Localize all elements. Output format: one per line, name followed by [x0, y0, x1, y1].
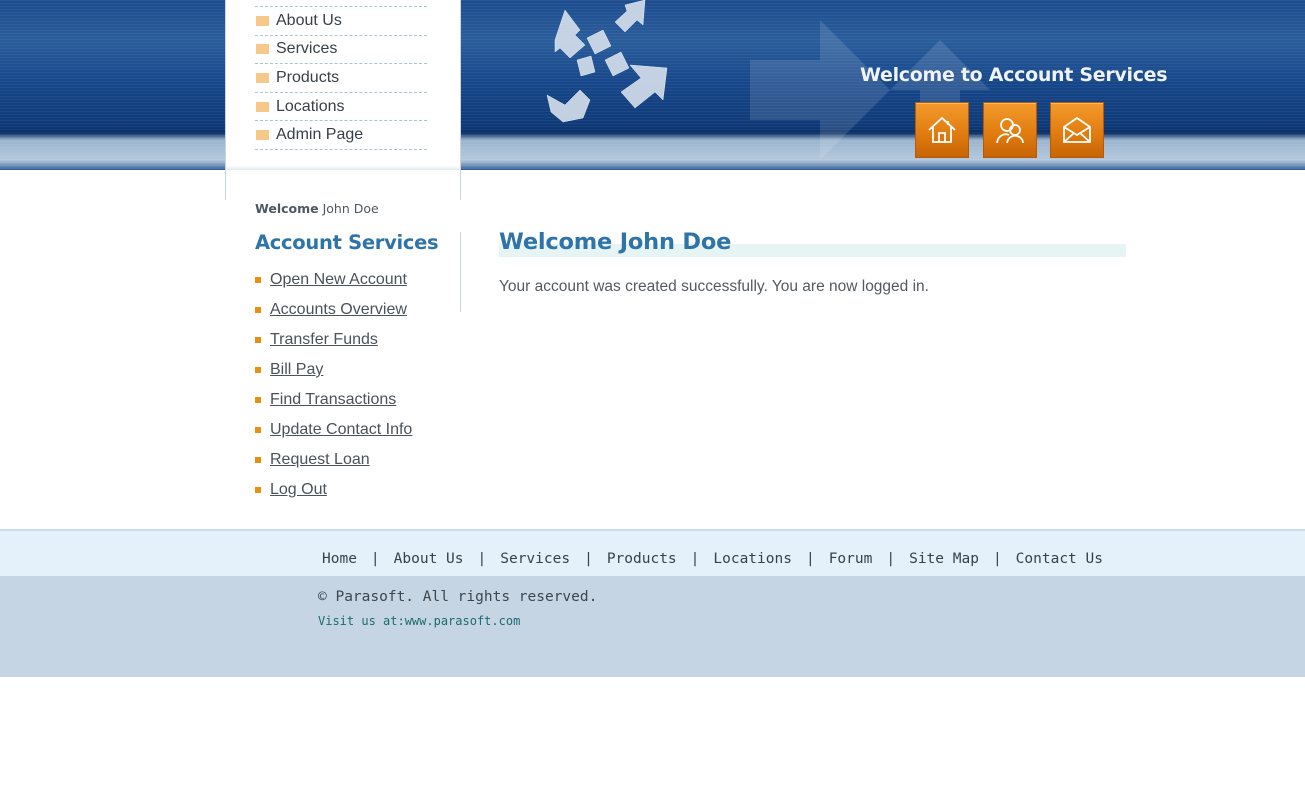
header-menu-label: Admin Page — [276, 126, 364, 144]
footer-bottom — [0, 576, 1305, 677]
find-transactions-link[interactable]: Find Transactions — [270, 391, 396, 409]
account-menu-item: Bill Pay — [255, 355, 412, 385]
account-menu-item: Log Out — [255, 475, 412, 505]
square-bullet-icon — [256, 130, 269, 141]
open-new-account-link[interactable]: Open New Account — [270, 271, 407, 289]
account-menu-item: Accounts Overview — [255, 295, 412, 325]
bill-pay-link[interactable]: Bill Pay — [270, 361, 323, 379]
footer-link-products[interactable]: Products — [607, 551, 677, 567]
request-loan-link[interactable]: Request Loan — [270, 451, 370, 469]
header-about-button[interactable] — [983, 102, 1037, 158]
header-menu-label: About Us — [276, 11, 342, 29]
footer-link-home[interactable]: Home — [322, 551, 357, 567]
header-menu-label: Locations — [276, 97, 345, 115]
page-title: Welcome John Doe — [499, 229, 732, 255]
transfer-funds-link[interactable]: Transfer Funds — [270, 331, 378, 349]
bullet-icon — [255, 367, 261, 373]
home-icon — [928, 116, 956, 143]
header-menu-item-about-us[interactable]: About Us — [255, 7, 427, 36]
header-contact-button[interactable] — [1050, 102, 1104, 158]
header-menu-item-admin-page[interactable]: Admin Page — [255, 121, 427, 150]
success-message: Your account was created successfully. Y… — [499, 278, 929, 295]
header-menu-label: Services — [276, 40, 338, 58]
bullet-icon — [255, 487, 261, 493]
account-services-menu: Open New Account Accounts Overview Trans… — [255, 265, 412, 505]
accounts-overview-link[interactable]: Accounts Overview — [270, 301, 407, 319]
bullet-icon — [255, 427, 261, 433]
header-home-button[interactable] — [915, 102, 969, 158]
bullet-icon — [255, 457, 261, 463]
footer-separator: | — [370, 551, 380, 567]
user-name: John Doe — [322, 201, 379, 216]
account-services-title: Account Services — [255, 231, 439, 254]
header-menu-label: Products — [276, 68, 340, 86]
welcome-user-line: Welcome John Doe — [255, 201, 379, 216]
header-menu-item-locations[interactable]: Locations — [255, 93, 427, 122]
square-bullet-icon — [256, 72, 269, 83]
people-icon — [996, 118, 1024, 144]
copyright-text: © Parasoft. All rights reserved. — [318, 589, 598, 605]
footer-separator: | — [805, 551, 815, 567]
footer-link-contact-us[interactable]: Contact Us — [1016, 551, 1103, 567]
footer-separator: | — [690, 551, 700, 567]
footer-separator: | — [886, 551, 896, 567]
account-menu-item: Update Contact Info — [255, 415, 412, 445]
footer-link-about-us[interactable]: About Us — [394, 551, 464, 567]
footer-link-site-map[interactable]: Site Map — [909, 551, 979, 567]
square-bullet-icon — [256, 44, 269, 55]
header-menu-item-services[interactable]: Services — [255, 36, 427, 65]
square-bullet-icon — [256, 15, 269, 26]
footer-link-services[interactable]: Services — [500, 551, 570, 567]
visit-label: Visit us at: — [318, 614, 405, 628]
footer-link-locations[interactable]: Locations — [713, 551, 792, 567]
square-bullet-icon — [256, 101, 269, 112]
header-menu: About Us Services Products Locations Adm… — [255, 6, 427, 150]
header-menu-item-products[interactable]: Products — [255, 64, 427, 93]
header-banner-text: Welcome to Account Services — [860, 64, 1168, 86]
log-out-link[interactable]: Log Out — [270, 481, 327, 499]
parasoft-logo-icon — [546, 0, 668, 123]
welcome-word: Welcome — [255, 201, 319, 216]
account-menu-item: Request Loan — [255, 445, 412, 475]
update-contact-info-link[interactable]: Update Contact Info — [270, 421, 412, 439]
account-menu-item: Open New Account — [255, 265, 412, 295]
account-menu-item: Find Transactions — [255, 385, 412, 415]
site-header: Welcome to Account Services — [0, 0, 1305, 170]
visit-line: Visit us at:www.parasoft.com — [318, 614, 520, 628]
account-menu-item: Transfer Funds — [255, 325, 412, 355]
bullet-icon — [255, 397, 261, 403]
envelope-icon — [1063, 116, 1091, 143]
bullet-icon — [255, 337, 261, 343]
parasoft-website-link[interactable]: www.parasoft.com — [405, 614, 521, 628]
footer-separator: | — [477, 551, 487, 567]
footer-nav: Home | About Us | Services | Products | … — [322, 551, 1103, 567]
footer-separator: | — [992, 551, 1002, 567]
footer-separator: | — [584, 551, 593, 567]
bullet-icon — [255, 277, 261, 283]
footer-link-forum[interactable]: Forum — [829, 551, 873, 567]
vertical-divider — [460, 232, 461, 312]
bullet-icon — [255, 307, 261, 313]
